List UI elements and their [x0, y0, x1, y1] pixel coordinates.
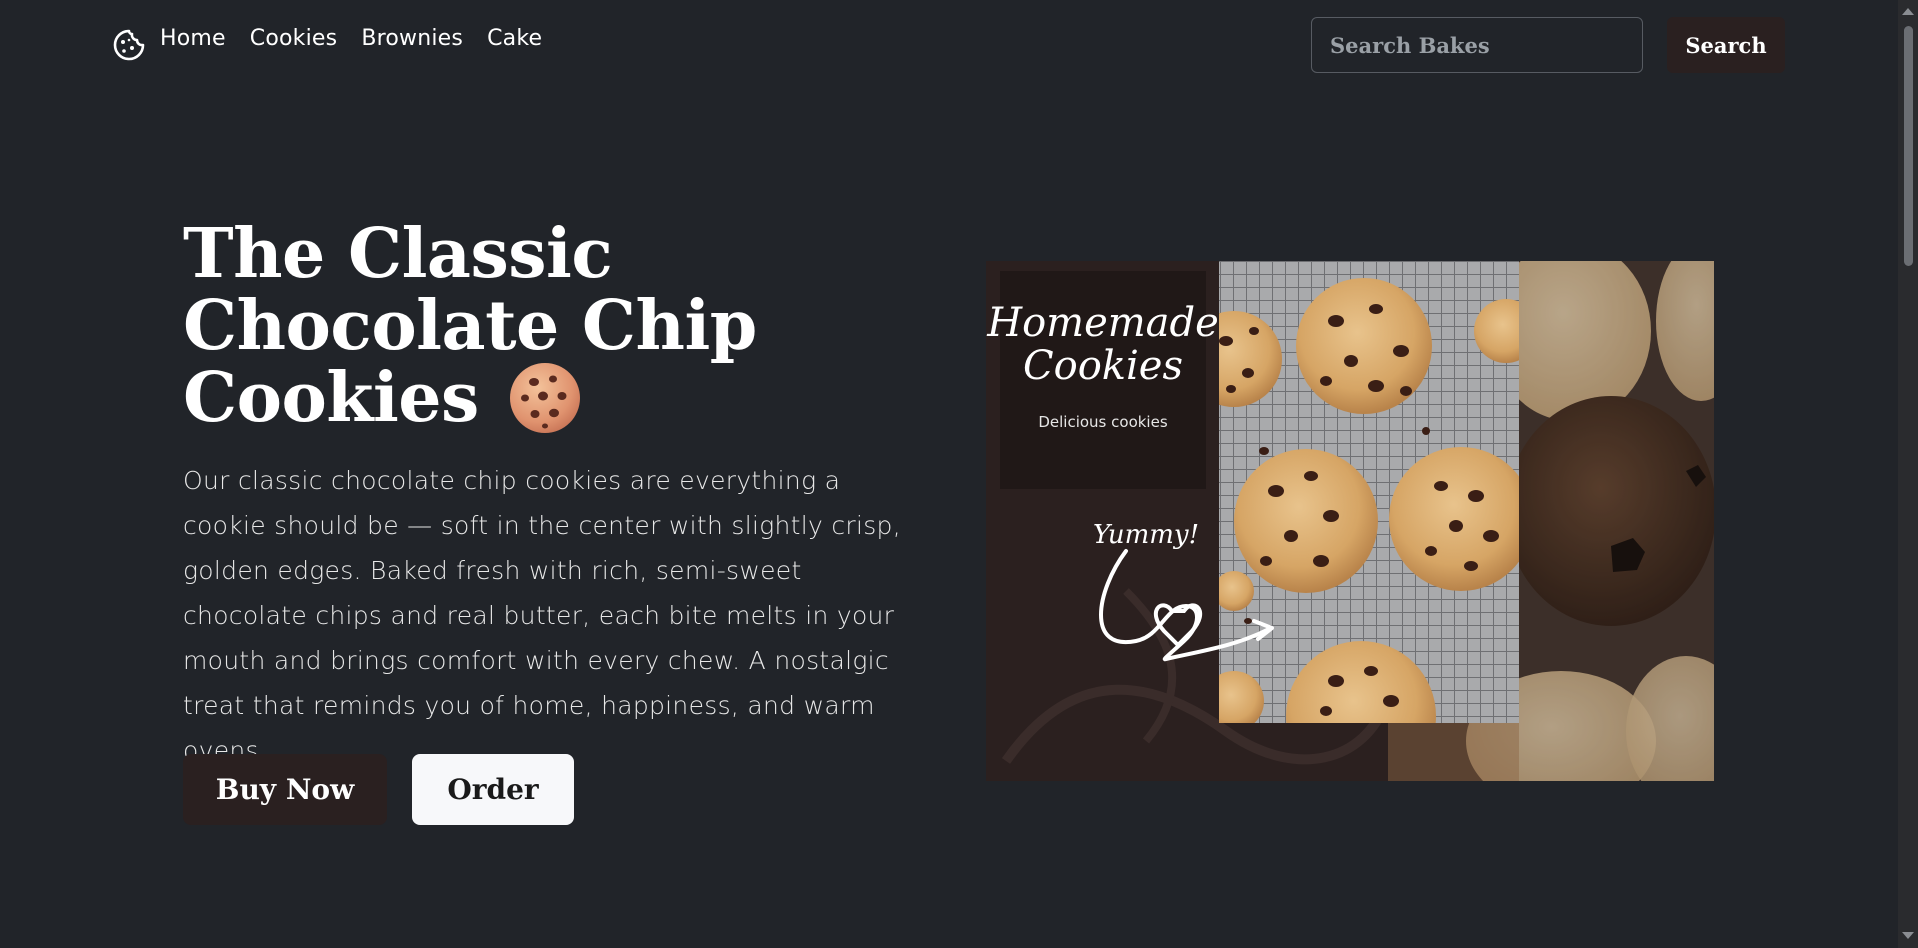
banner-subtitle: Delicious cookies: [1038, 413, 1167, 431]
hero-banner-image: Homemade Cookies Delicious cookies Yummy…: [986, 261, 1714, 781]
scroll-up-arrow-icon[interactable]: [1902, 8, 1914, 15]
hero-title: The Classic Chocolate Chip Cookies: [183, 218, 903, 442]
banner-script-title-2: Cookies: [1023, 343, 1183, 389]
banner-script-title-1: Homemade: [986, 300, 1219, 346]
hero-title-line-3-text: Cookies: [183, 358, 479, 438]
navbar: Home Cookies Brownies Cake Search: [0, 0, 1898, 88]
hero-description: Our classic chocolate chip cookies are e…: [183, 466, 901, 765]
hero-title-line-3: Cookies: [183, 362, 903, 442]
scrollbar-thumb[interactable]: [1904, 26, 1913, 266]
cookie-icon[interactable]: [112, 28, 146, 62]
hero-title-line-2: Chocolate Chip: [183, 286, 757, 366]
buy-now-button[interactable]: Buy Now: [183, 754, 387, 825]
nav-link-cake[interactable]: Cake: [487, 26, 542, 51]
scroll-down-arrow-icon[interactable]: [1902, 932, 1914, 939]
search-input[interactable]: [1311, 17, 1643, 73]
nav-link-home[interactable]: Home: [160, 26, 226, 51]
nav-link-cookies[interactable]: Cookies: [250, 26, 338, 51]
banner-artwork: Homemade Cookies Delicious cookies Yummy…: [986, 261, 1714, 781]
banner-note: Yummy!: [1093, 520, 1199, 550]
order-button[interactable]: Order: [412, 754, 574, 825]
nav-link-brownies[interactable]: Brownies: [361, 26, 463, 51]
cookie-emoji-icon: [509, 362, 580, 433]
hero-title-line-1: The Classic: [183, 214, 613, 294]
nav-links: Home Cookies Brownies Cake: [160, 26, 542, 51]
search-button[interactable]: Search: [1667, 17, 1785, 73]
page: Home Cookies Brownies Cake Search The Cl…: [0, 0, 1918, 948]
